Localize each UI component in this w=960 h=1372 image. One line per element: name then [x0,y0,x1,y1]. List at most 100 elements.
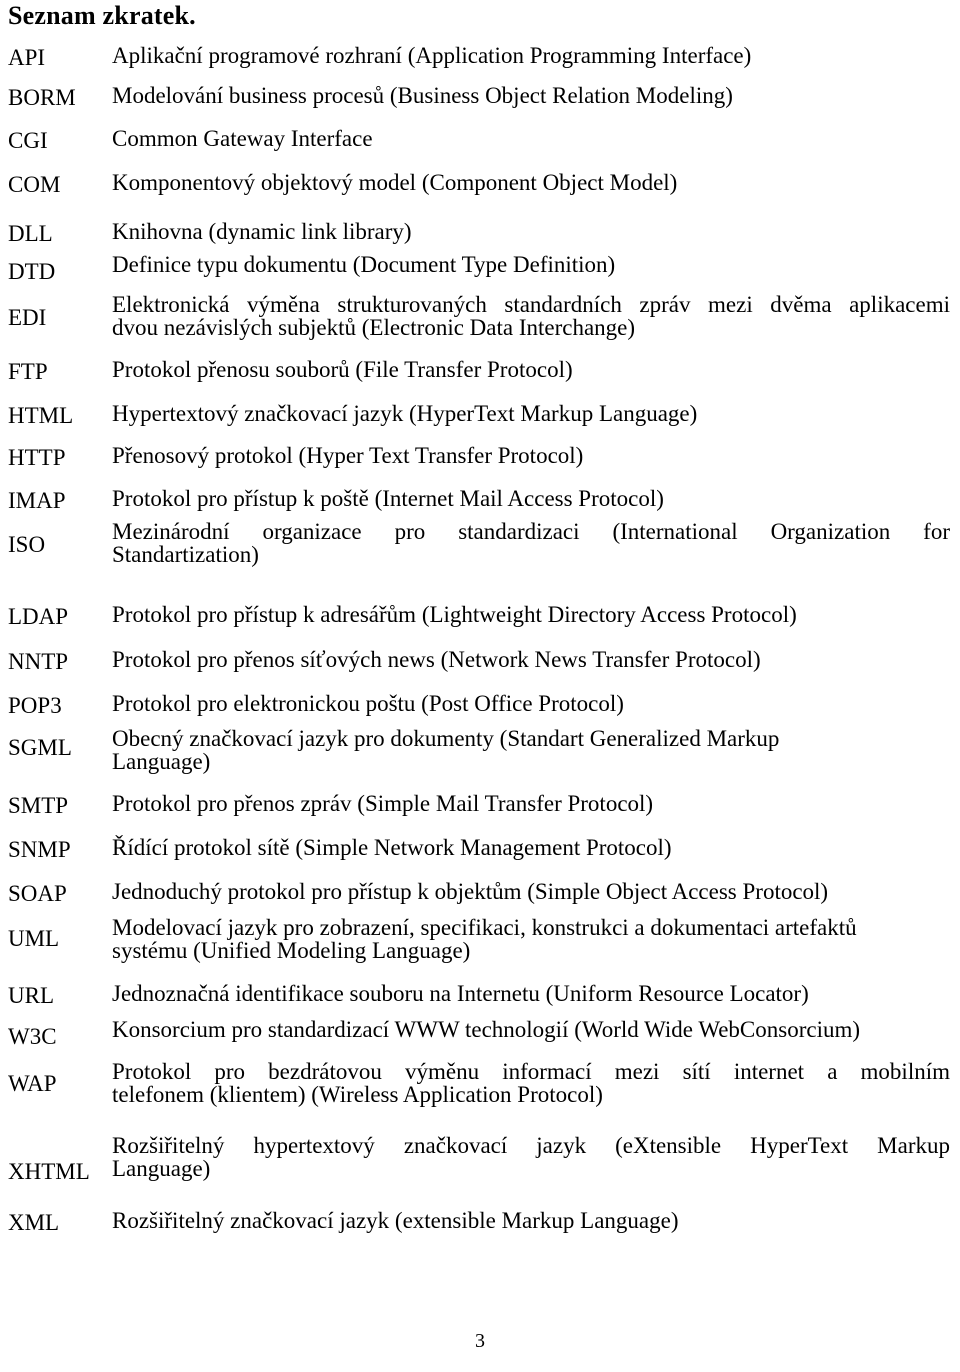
definition-line: Mezinárodní organizace pro standardizaci… [112,519,950,544]
abbreviation-term: HTTP [8,445,66,470]
definition-line: Elektronická výměna strukturovaných stan… [112,292,950,317]
abbreviation-definition: Protokol pro přístup k poště (Internet M… [112,487,950,510]
abbreviation-entry: DLL Knihovna (dynamic link library) [0,220,960,246]
definition-line: Modelovací jazyk pro zobrazení, specifik… [112,915,857,940]
abbreviation-definition: Modelování business procesů (Business Ob… [112,84,950,107]
definition-line: Rozšiřitelný hypertextový značkovací jaz… [112,1133,950,1158]
abbreviation-entry: XML Rozšiřitelný značkovací jazyk (extens… [0,1209,960,1235]
definition-line: Řídící protokol sítě (Simple Network Man… [112,835,672,860]
abbreviation-term: SGML [8,735,72,760]
definition-line: Hypertextový značkovací jazyk (HyperText… [112,401,698,426]
abbreviation-definition: Obecný značkovací jazyk pro dokumenty (S… [112,727,950,773]
abbreviation-term: HTML [8,403,74,428]
abbreviation-term: BORM [8,85,76,110]
abbreviation-definition: Elektronická výměna strukturovaných stan… [112,293,950,339]
definition-line: Protokol pro přístup k poště (Internet M… [112,486,664,511]
abbreviation-entry: URL Jednoznačná identifikace souboru na I… [0,982,960,1008]
abbreviation-definition: Mezinárodní organizace pro standardizaci… [112,520,950,566]
abbreviation-definition: Definice typu dokumentu (Document Type D… [112,253,950,276]
definition-line: Protokol pro přenos zpráv (Simple Mail T… [112,791,654,816]
abbreviation-definition: Protokol pro přenos zpráv (Simple Mail T… [112,792,950,815]
definition-line: Protokol přenosu souborů (File Transfer … [112,357,573,382]
abbreviation-term: SNMP [8,837,71,862]
abbreviation-entry: SOAP Jednoduchý protokol pro přístup k ob… [0,880,960,906]
document-page: Seznam zkratek. API Aplikační programové … [0,0,960,1372]
abbreviation-definition: Rozšiřitelný hypertextový značkovací jaz… [112,1134,950,1180]
definition-line: Protokol pro přístup k adresářům (Lightw… [112,602,797,627]
abbreviation-term: EDI [8,305,47,330]
definition-line: Jednoduchý protokol pro přístup k objekt… [112,879,829,904]
abbreviation-definition: Komponentový objektový model (Component … [112,171,950,194]
abbreviation-term: SMTP [8,793,69,818]
definition-line: Protokol pro elektronickou poštu (Post O… [112,691,624,716]
abbreviation-term: SOAP [8,881,67,906]
abbreviation-entry: SGML Obecný značkovací jazyk pro dokument… [0,727,960,773]
definition-line: Protokol pro bezdrátovou výměnu informac… [112,1059,950,1084]
abbreviation-entry: NNTP Protokol pro přenos síťových news (N… [0,648,960,674]
abbreviation-definition: Řídící protokol sítě (Simple Network Man… [112,836,950,859]
abbreviation-entry: ISO Mezinárodní organizace pro standardiz… [0,520,960,566]
abbreviation-term: UML [8,926,60,951]
page-number: 3 [475,1330,485,1352]
abbreviation-definition: Protokol pro elektronickou poštu (Post O… [112,692,950,715]
abbreviation-definition: Knihovna (dynamic link library) [112,220,950,243]
abbreviation-term: ISO [8,532,46,557]
abbreviation-entry: XHTML Rozšiřitelný hypertextový značkovac… [0,1134,960,1183]
abbreviation-term: DLL [8,221,53,246]
definition-line: systému (Unified Modeling Language) [112,938,471,963]
definition-line: Konsorcium pro standardizací WWW technol… [112,1017,861,1042]
abbreviation-entry: UML Modelovací jazyk pro zobrazení, speci… [0,916,960,962]
abbreviation-entry: BORM Modelování business procesů (Busines… [0,84,960,110]
definition-line: Protokol pro přenos síťových news (Netwo… [112,647,761,672]
abbreviation-term: WAP [8,1071,57,1096]
definition-line: Modelování business procesů (Business Ob… [112,83,733,108]
abbreviation-definition: Konsorcium pro standardizací WWW technol… [112,1018,950,1041]
abbreviation-term: DTD [8,259,56,284]
abbreviation-term: URL [8,983,54,1008]
abbreviation-term: IMAP [8,488,66,513]
abbreviation-definition: Jednoznačná identifikace souboru na Inte… [112,982,950,1005]
abbreviation-entry: SNMP Řídící protokol sítě (Simple Network… [0,836,960,862]
abbreviation-term: NNTP [8,649,69,674]
abbreviation-entry: EDI Elektronická výměna strukturovaných s… [0,293,960,339]
abbreviation-term: XML [8,1210,60,1235]
abbreviation-entry: COM Komponentový objektový model (Compone… [0,171,960,197]
abbreviation-definition: Hypertextový značkovací jazyk (HyperText… [112,402,950,425]
abbreviation-entry: CGI Common Gateway Interface [0,127,960,153]
definition-line: Komponentový objektový model (Component … [112,170,678,195]
definition-line: Jednoznačná identifikace souboru na Inte… [112,981,809,1006]
abbreviation-term: FTP [8,359,48,384]
abbreviation-entry: LDAP Protokol pro přístup k adresářům (Li… [0,603,960,629]
definition-line: dvou nezávislých subjektů (Electronic Da… [112,315,636,340]
definition-line: Obecný značkovací jazyk pro dokumenty (S… [112,726,780,751]
abbreviation-entry: POP3 Protokol pro elektronickou poštu (Po… [0,692,960,718]
abbreviation-entry: API Aplikační programové rozhraní (Applic… [0,44,960,70]
abbreviation-term: API [8,45,46,70]
abbreviation-definition: Rozšiřitelný značkovací jazyk (extensibl… [112,1209,950,1232]
abbreviation-term: CGI [8,128,48,153]
definition-line: Common Gateway Interface [112,126,373,151]
abbreviation-term: LDAP [8,604,69,629]
abbreviation-entry: IMAP Protokol pro přístup k poště (Intern… [0,487,960,513]
definition-line: Rozšiřitelný značkovací jazyk (extensibl… [112,1208,679,1233]
abbreviation-definition: Protokol pro přenos síťových news (Netwo… [112,648,950,671]
abbreviation-entry: DTD Definice typu dokumentu (Document Typ… [0,253,960,283]
definition-line: Aplikační programové rozhraní (Applicati… [112,43,752,68]
abbreviation-entry: HTML Hypertextový značkovací jazyk (Hyper… [0,402,960,428]
definition-line: Knihovna (dynamic link library) [112,219,412,244]
definition-line: Definice typu dokumentu (Document Type D… [112,252,616,277]
definition-line: Přenosový protokol (Hyper Text Transfer … [112,443,584,468]
abbreviation-entry: FTP Protokol přenosu souborů (File Transf… [0,358,960,384]
definition-line: telefonem (klientem) (Wireless Applicati… [112,1082,603,1107]
abbreviation-definition: Protokol pro bezdrátovou výměnu informac… [112,1060,950,1106]
abbreviation-definition: Common Gateway Interface [112,127,950,150]
abbreviation-definition: Aplikační programové rozhraní (Applicati… [112,44,950,67]
abbreviation-definition: Protokol pro přístup k adresářům (Lightw… [112,603,950,626]
abbreviation-entry: WAP Protokol pro bezdrátovou výměnu infor… [0,1060,960,1106]
abbreviation-definition: Protokol přenosu souborů (File Transfer … [112,358,950,381]
abbreviation-definition: Jednoduchý protokol pro přístup k objekt… [112,880,950,903]
abbreviation-term: COM [8,172,61,197]
abbreviation-term: W3C [8,1024,57,1049]
page-title: Seznam zkratek. [8,1,196,30]
abbreviation-term: POP3 [8,693,62,718]
